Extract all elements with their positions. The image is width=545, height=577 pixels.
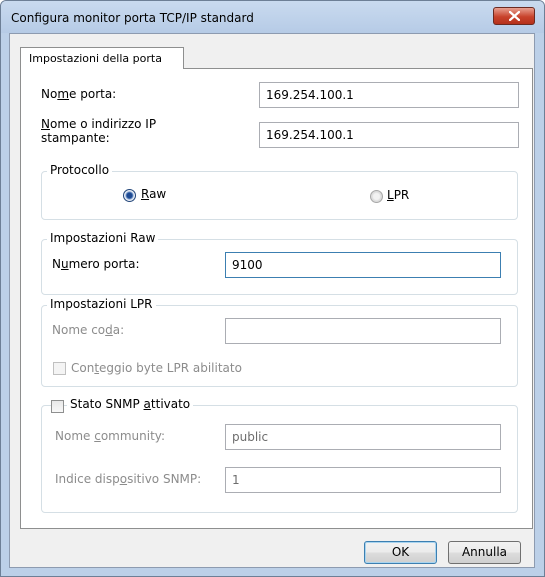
port-number-label: Numero porta: (52, 257, 140, 271)
snmp-device-index-input[interactable]: 1 (225, 467, 501, 493)
lpr-settings-group: Impostazioni LPR Nome coda: Conteggio by… (41, 297, 518, 387)
protocol-legend: Protocollo (47, 163, 113, 177)
queue-name-input[interactable] (225, 318, 501, 344)
lpr-byte-count-label[interactable]: Conteggio byte LPR abilitato (71, 361, 242, 375)
community-name-value: public (232, 430, 269, 444)
tab-label: Impostazioni della porta (29, 52, 162, 65)
raw-settings-legend: Impostazioni Raw (47, 231, 159, 245)
dialog-body: Impostazioni della porta Nome porta: 169… (9, 33, 535, 568)
raw-radio-label[interactable]: Raw (141, 187, 166, 201)
close-icon (509, 11, 520, 21)
dialog-window: Configura monitor porta TCP/IP standard … (0, 0, 545, 577)
ok-button[interactable]: OK (364, 541, 437, 564)
printer-address-input[interactable]: 169.254.100.1 (259, 122, 519, 148)
tab-panel: Nome porta: 169.254.100.1 Nome o indiriz… (20, 68, 533, 529)
port-name-label: Nome porta: (41, 87, 117, 101)
port-number-input[interactable]: 9100 (225, 252, 501, 278)
lpr-radio[interactable] (370, 190, 383, 203)
community-name-label: Nome community: (55, 429, 166, 443)
title-bar: Configura monitor porta TCP/IP standard (1, 1, 544, 33)
snmp-enabled-checkbox[interactable] (51, 400, 64, 413)
close-button[interactable] (493, 7, 535, 25)
snmp-device-index-value: 1 (232, 473, 240, 487)
lpr-settings-legend: Impostazioni LPR (47, 297, 156, 311)
raw-radio[interactable] (123, 189, 136, 202)
printer-address-label: Nome o indirizzo IP stampante: (41, 117, 157, 145)
protocol-group: Protocollo Raw LPR (41, 163, 518, 220)
snmp-enabled-label[interactable]: Stato SNMP attivato (67, 397, 194, 411)
snmp-device-index-label: Indice dispositivo SNMP: (55, 472, 202, 486)
lpr-radio-label[interactable]: LPR (387, 188, 409, 202)
port-name-input[interactable]: 169.254.100.1 (259, 82, 519, 108)
raw-settings-group: Impostazioni Raw Numero porta: 9100 (41, 231, 518, 295)
snmp-group: Stato SNMP attivato Nome community: publ… (41, 397, 518, 513)
port-name-value: 169.254.100.1 (266, 88, 354, 102)
printer-address-value: 169.254.100.1 (266, 128, 354, 142)
cancel-button[interactable]: Annulla (448, 541, 521, 564)
port-number-value: 9100 (232, 258, 263, 272)
window-title: Configura monitor porta TCP/IP standard (11, 11, 254, 25)
queue-name-label: Nome coda: (52, 323, 125, 337)
tab-port-settings[interactable]: Impostazioni della porta (20, 47, 184, 69)
lpr-byte-count-checkbox[interactable] (53, 362, 66, 375)
community-name-input[interactable]: public (225, 424, 501, 450)
